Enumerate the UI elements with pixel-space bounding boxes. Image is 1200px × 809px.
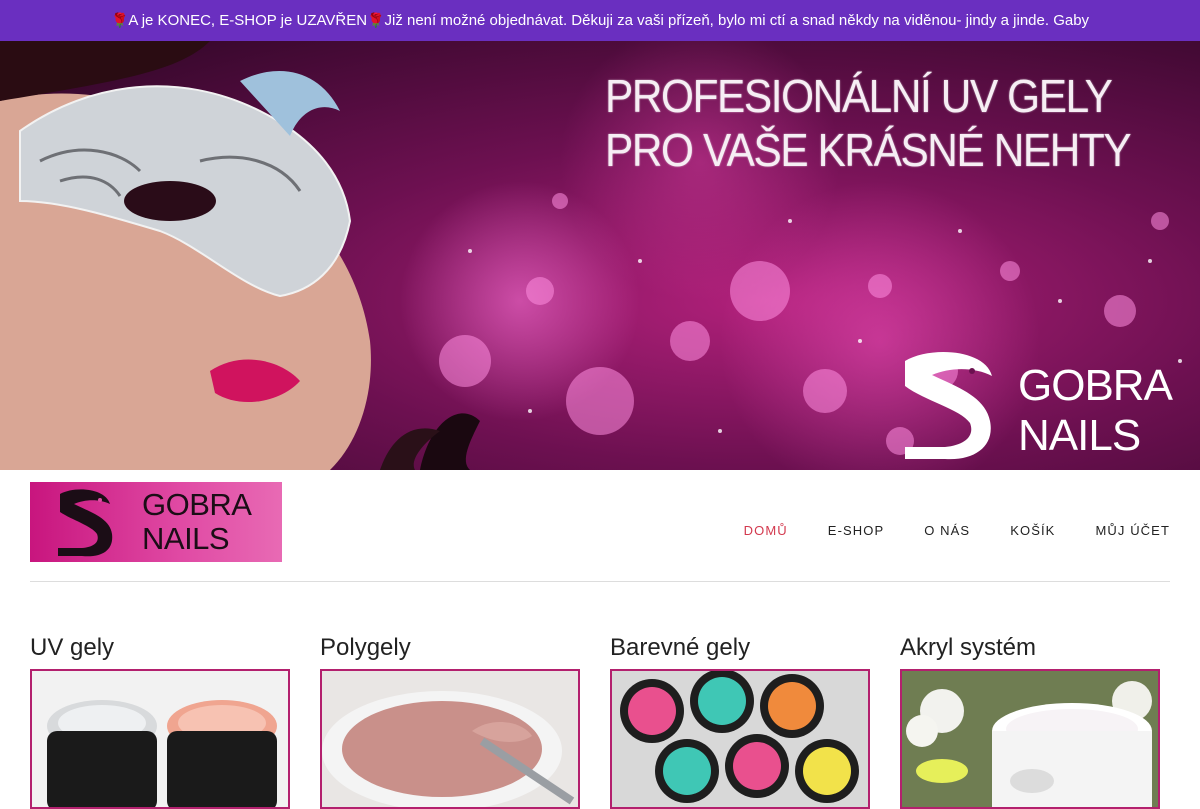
category-image[interactable] [900,669,1160,809]
color-gel-jars-image [612,671,868,807]
category-image[interactable] [30,669,290,809]
rose-icon: 🌹 [110,12,129,28]
logo-text-line-1: GOBRA [142,487,252,522]
category-acrylic-system[interactable]: Akryl systém [900,630,1160,809]
hero-brand-text: GOBRA NAILS [1018,361,1173,461]
hero-banner: PROFESIONÁLNÍ UV GELY PRO VAŠE KRÁSNÉ NE… [0,41,1200,470]
category-grid: UV gely Polygely Barevné gely Akryl syst… [30,630,1170,809]
hero-headline: PROFESIONÁLNÍ UV GELY PRO VAŠE KRÁSNÉ NE… [605,69,1132,177]
main-nav: DOMŮ E-SHOP O NÁS KOŠÍK MŮJ ÚČET [744,523,1170,538]
polygel-jar-image [322,671,578,807]
nav-item-eshop[interactable]: E-SHOP [828,523,884,538]
category-title[interactable]: UV gely [30,630,290,666]
category-image[interactable] [610,669,870,809]
uv-gel-jars-image [32,671,288,807]
acrylic-system-image [902,671,1158,807]
category-title[interactable]: Polygely [320,630,580,666]
nav-item-cart[interactable]: KOŠÍK [1010,523,1055,538]
rose-icon: 🌹 [367,12,385,28]
logo-text: GOBRA NAILS [142,487,252,556]
nav-item-account[interactable]: MŮJ ÚČET [1095,523,1170,538]
category-title[interactable]: Barevné gely [610,630,870,666]
hero-headline-line-2: PRO VAŠE KRÁSNÉ NEHTY [605,124,1132,176]
nav-item-about[interactable]: O NÁS [924,523,970,538]
site-header: GOBRA NAILS DOMŮ E-SHOP O NÁS KOŠÍK MŮJ … [30,470,1170,582]
announcement-title: A je KONEC, E-SHOP je UZAVŘEN [128,12,368,29]
category-uv-gels[interactable]: UV gely [30,630,290,809]
site-logo[interactable]: GOBRA NAILS [30,482,282,562]
cobra-logo-icon [58,489,113,557]
logo-text-line-2: NAILS [142,521,230,556]
hero-brand-line-2: NAILS [1018,411,1141,460]
nav-item-home[interactable]: DOMŮ [744,523,788,538]
hero-headline-line-1: PROFESIONÁLNÍ UV GELY [605,70,1113,122]
hero-brand-line-1: GOBRA [1018,361,1173,410]
category-polygels[interactable]: Polygely [320,630,580,809]
category-title[interactable]: Akryl systém [900,630,1160,666]
announcement-text: Již není možné objednávat. Děkuji za vaš… [384,12,1090,29]
category-image[interactable] [320,669,580,809]
category-color-gels[interactable]: Barevné gely [610,630,870,809]
announcement-bar: 🌹 A je KONEC, E-SHOP je UZAVŘEN 🌹 Již ne… [0,0,1200,41]
